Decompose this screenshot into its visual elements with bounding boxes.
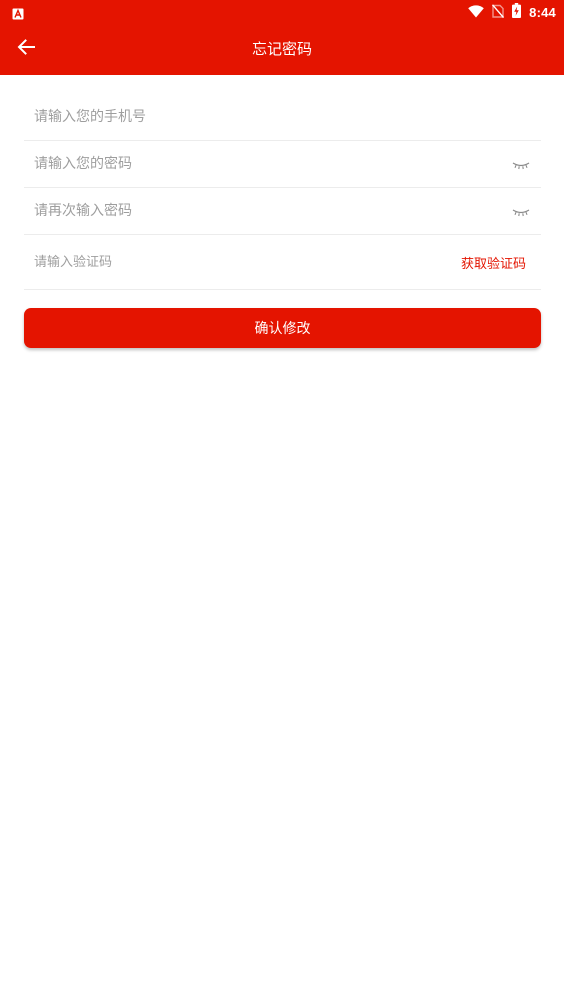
verification-code-row: 获取验证码 <box>24 235 541 290</box>
phone-row <box>24 94 541 141</box>
app-notification-icon <box>12 5 24 20</box>
app-screen: 8:44 忘记密码 请输入您的手机号 请输入验证码 获取验证码 确认修改 <box>0 0 564 1002</box>
confirm-change-button[interactable]: 确认修改 <box>24 308 541 348</box>
wifi-icon <box>468 3 484 22</box>
status-icons: 8:44 <box>468 0 556 24</box>
app-bar: 忘记密码 <box>0 24 564 75</box>
password-confirm-row <box>24 188 541 235</box>
no-sim-icon <box>492 3 505 22</box>
status-bar: 8:44 <box>0 0 564 24</box>
eye-closed-icon <box>512 202 530 221</box>
get-code-button[interactable]: 获取验证码 <box>461 253 526 272</box>
back-button[interactable] <box>12 35 40 63</box>
status-time: 8:44 <box>529 4 556 20</box>
reset-password-form: 获取验证码 <box>24 94 541 290</box>
password-confirm-input[interactable] <box>24 188 507 234</box>
eye-closed-icon <box>512 155 530 174</box>
page-title: 忘记密码 <box>251 40 312 58</box>
password-input[interactable] <box>24 141 507 187</box>
password-visibility-toggle[interactable] <box>507 150 535 178</box>
phone-input[interactable] <box>24 94 541 140</box>
battery-charging-icon <box>512 2 522 22</box>
password-confirm-visibility-toggle[interactable] <box>507 197 535 225</box>
password-row <box>24 141 541 188</box>
arrow-back-icon <box>17 39 35 59</box>
verification-code-input[interactable] <box>24 235 461 289</box>
